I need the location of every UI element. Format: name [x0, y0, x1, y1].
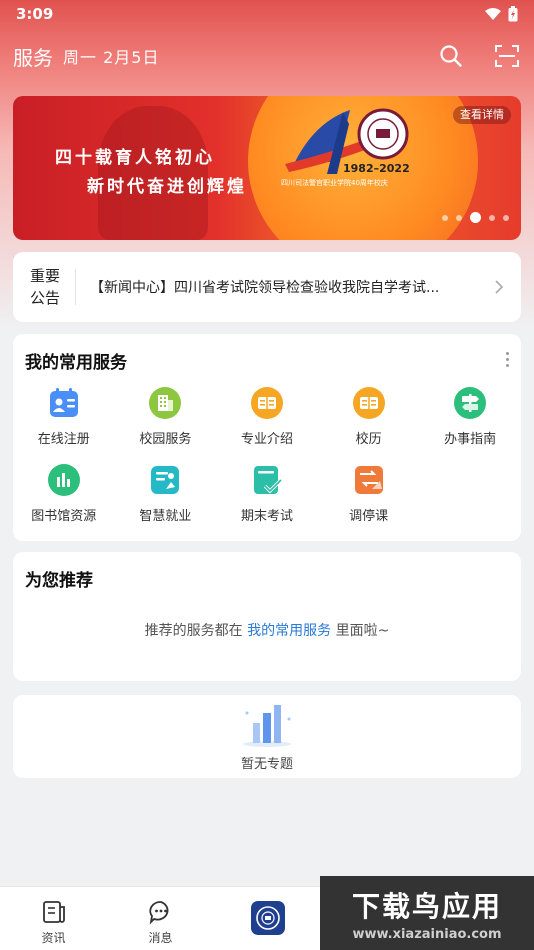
promo-banner[interactable]: 四十载育人铭初心 新时代奋进创辉煌 1982–2022 四川司法警官职业学院40… — [13, 96, 521, 240]
service-grid: 在线注册 校园服务 专业介绍 校历 办事指南 图书馆资源 智慧就业 期末考试 调… — [13, 386, 521, 524]
recommend-message: 推荐的服务都在 我的常用服务 里面啦~ — [13, 620, 521, 640]
announcement-tag-line2: 公告 — [29, 289, 60, 307]
announcement-bar[interactable]: 重要 公告 【新闻中心】四川省考试院领导检查验收我院自学考试... — [13, 252, 521, 322]
section-title: 为您推荐 — [25, 571, 93, 591]
scan-button[interactable] — [493, 42, 521, 70]
section-title: 我的常用服务 — [25, 353, 127, 373]
carousel-dot[interactable] — [456, 214, 462, 221]
service-major-intro[interactable]: 专业介绍 — [216, 386, 318, 447]
search-button[interactable] — [437, 42, 465, 70]
banner-years: 1982–2022 — [343, 162, 410, 175]
service-label: 调停课 — [349, 509, 389, 524]
service-library[interactable]: 图书馆资源 — [13, 463, 115, 524]
status-icons — [484, 6, 518, 22]
carousel-indicator — [442, 212, 509, 223]
tab-messages[interactable]: 消息 — [107, 887, 214, 950]
service-label: 智慧就业 — [139, 509, 192, 524]
banner-slogan: 四十载育人铭初心 新时代奋进创辉煌 — [55, 144, 247, 202]
battery-icon — [508, 6, 518, 22]
search-icon — [440, 45, 462, 67]
building-icon — [149, 387, 182, 419]
calendar-book-icon — [352, 387, 385, 419]
anniversary-emblem-icon — [285, 108, 409, 174]
watermark-url: www.xiazainiao.com — [352, 926, 502, 942]
recommend-card: 为您推荐 推荐的服务都在 我的常用服务 里面啦~ — [13, 552, 521, 681]
carousel-dot[interactable] — [489, 214, 495, 221]
service-campus[interactable]: 校园服务 — [115, 386, 217, 447]
divider — [75, 269, 76, 305]
service-employment[interactable]: 智慧就业 — [115, 463, 217, 524]
service-class-adjustment[interactable]: 调停课 — [318, 463, 420, 524]
recommend-msg-prefix: 推荐的服务都在 — [144, 623, 243, 639]
common-services-link[interactable]: 我的常用服务 — [247, 623, 331, 639]
chat-icon — [148, 901, 168, 925]
news-icon — [42, 901, 65, 923]
status-time: 3:09 — [16, 5, 54, 23]
service-label: 专业介绍 — [240, 432, 293, 447]
carousel-dot-active[interactable] — [470, 212, 481, 223]
status-bar: 3:09 — [0, 0, 534, 28]
service-label: 办事指南 — [444, 432, 497, 447]
watermark-title: 下载鸟应用 — [351, 889, 502, 923]
scan-icon — [495, 45, 519, 67]
job-icon — [151, 466, 180, 494]
recommend-msg-suffix: 里面啦~ — [335, 623, 390, 639]
announcement-tag-line1: 重要 — [29, 267, 60, 285]
carousel-dot[interactable] — [503, 214, 509, 221]
service-label: 在线注册 — [37, 432, 90, 447]
swap-icon — [354, 466, 383, 494]
school-logo-icon — [250, 901, 285, 935]
watermark: 下载鸟应用 www.xiazainiao.com — [320, 876, 534, 950]
service-guide[interactable]: 办事指南 — [419, 386, 521, 447]
id-card-icon — [49, 388, 78, 417]
tab-label: 消息 — [148, 931, 173, 945]
more-vertical-icon[interactable] — [506, 352, 509, 367]
book-icon — [250, 387, 283, 419]
empty-topics-label: 暂无专题 — [240, 757, 293, 772]
app-header: 服务 周一 2月5日 — [0, 36, 534, 76]
common-services-card: 我的常用服务 在线注册 校园服务 专业介绍 校历 办事指南 图书馆资源 智慧就业… — [13, 334, 521, 541]
signpost-icon — [454, 387, 487, 419]
service-label: 校园服务 — [139, 432, 192, 447]
page-title: 服务 — [13, 45, 53, 70]
service-school-calendar[interactable]: 校历 — [318, 386, 420, 447]
empty-chart-illustration-icon — [243, 705, 291, 747]
chart-icon — [47, 464, 80, 496]
service-label: 期末考试 — [240, 509, 293, 524]
tab-home[interactable] — [214, 887, 321, 950]
tab-label: 资讯 — [41, 931, 66, 945]
exam-icon — [253, 466, 283, 494]
chevron-right-icon[interactable] — [491, 279, 507, 295]
banner-slogan-line1: 四十载育人铭初心 — [55, 148, 215, 168]
banner-slogan-line2: 新时代奋进创辉煌 — [87, 177, 247, 197]
view-details-button[interactable]: 查看详情 — [453, 106, 511, 124]
banner-subtitle: 四川司法警官职业学院40周年校庆 — [281, 179, 388, 187]
announcement-text[interactable]: 【新闻中心】四川省考试院领导检查验收我院自学考试... — [90, 277, 483, 297]
header-date: 周一 2月5日 — [63, 48, 160, 67]
wifi-icon — [485, 8, 501, 20]
service-online-registration[interactable]: 在线注册 — [13, 386, 115, 447]
service-label: 校历 — [355, 432, 382, 447]
announcement-tag: 重要 公告 — [27, 265, 63, 309]
carousel-dot[interactable] — [442, 214, 448, 221]
tab-news[interactable]: 资讯 — [0, 887, 107, 950]
service-label: 图书馆资源 — [31, 509, 97, 524]
service-final-exam[interactable]: 期末考试 — [216, 463, 318, 524]
topics-card: 暂无专题 — [13, 695, 521, 778]
